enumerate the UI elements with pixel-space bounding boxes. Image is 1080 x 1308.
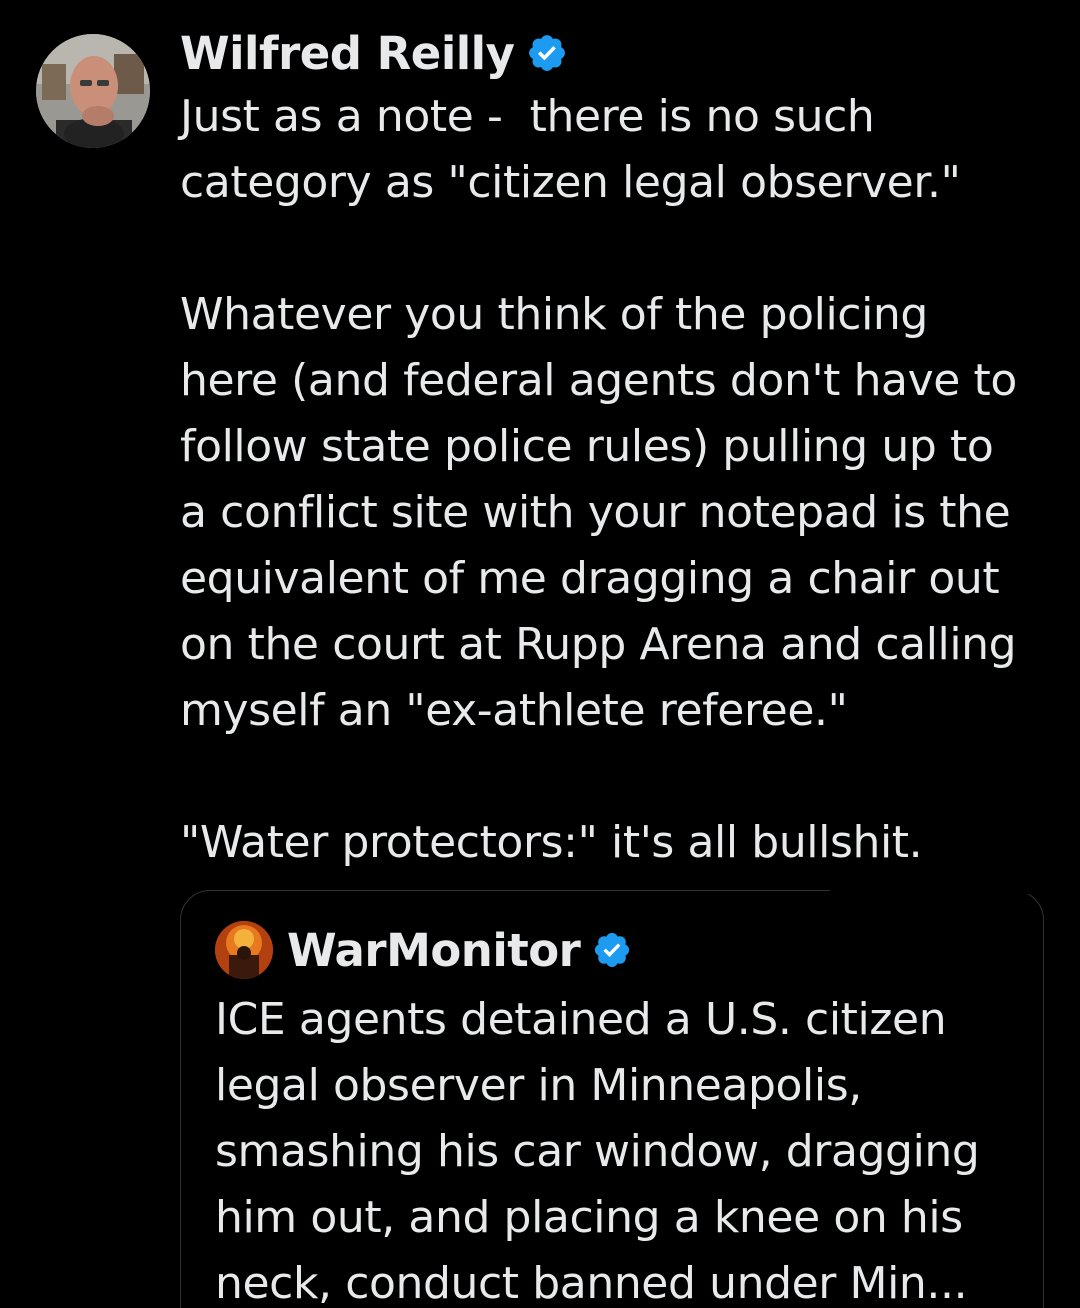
tweet-line: category as "citizen legal observer.": [180, 157, 961, 208]
tweet-line: Just as a note - there is no such: [180, 91, 875, 142]
tweet-line: on the court at Rupp Arena and calling: [180, 619, 1017, 670]
author-name[interactable]: Wilfred Reilly: [180, 27, 515, 80]
tweet-line: "Water protectors:" it's all bullshit.: [180, 817, 923, 868]
tweet-line: follow state police rules) pulling up to: [180, 421, 994, 472]
quoted-tweet-header: WarMonitor: [215, 919, 632, 981]
quoted-tweet-line: legal observer in Minneapolis,: [215, 1060, 862, 1111]
tweet-line: Whatever you think of the policing: [180, 289, 928, 340]
author-avatar[interactable]: [36, 34, 150, 148]
quoted-author-avatar: [215, 921, 273, 979]
tweet[interactable]: Wilfred Reilly Just as a note - there is…: [0, 0, 1080, 1308]
tweet-line: here (and federal agents don't have to: [180, 355, 1017, 406]
quoted-author-name[interactable]: WarMonitor: [287, 924, 581, 977]
tweet-text: Just as a note - there is no such catego…: [180, 84, 1050, 876]
quoted-tweet-line: neck, conduct banned under Min...: [215, 1258, 968, 1308]
quoted-tweet-line: smashing his car window, dragging: [215, 1126, 980, 1177]
quoted-tweet-text: ICE agents detained a U.S. citizen legal…: [215, 987, 1015, 1308]
tweet-line: equivalent of me dragging a chair out: [180, 553, 1000, 604]
verified-badge-icon: [592, 930, 632, 970]
tweet-line: myself an "ex-athlete referee.": [180, 685, 848, 736]
quoted-tweet-line: him out, and placing a knee on his: [215, 1192, 963, 1243]
quoted-tweet-line: ICE agents detained a U.S. citizen: [215, 994, 947, 1045]
verified-badge-icon: [526, 32, 568, 74]
tweet-header: Wilfred Reilly: [180, 22, 1050, 84]
tweet-line: a conflict site with your notepad is the: [180, 487, 1011, 538]
tweet-content: Wilfred Reilly Just as a note - there is…: [180, 22, 1050, 876]
quoted-tweet-card[interactable]: WarMonitor ICE agents detained a U.S. ci…: [180, 890, 1044, 1308]
redaction-mask: [830, 884, 1080, 894]
